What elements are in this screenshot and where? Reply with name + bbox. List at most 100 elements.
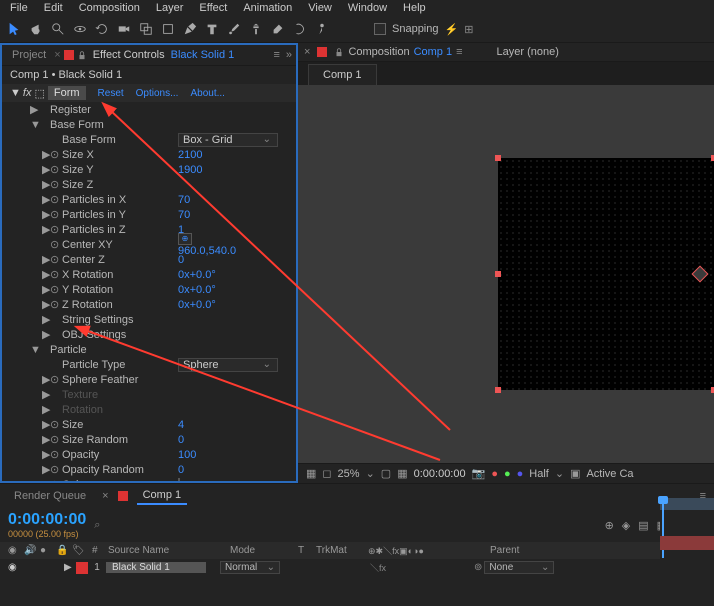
stopwatch-icon[interactable]: ⊙ bbox=[50, 193, 62, 206]
stopwatch-icon[interactable]: ⊙ bbox=[50, 208, 62, 221]
stopwatch-icon[interactable]: ⊙ bbox=[50, 238, 62, 251]
black-solid-layer[interactable] bbox=[498, 158, 714, 390]
orbit-tool[interactable] bbox=[70, 19, 90, 39]
snapshot-icon[interactable]: 📷 bbox=[472, 467, 486, 480]
expand-icon[interactable]: ▶ bbox=[42, 313, 50, 326]
property-row[interactable]: ▶⊙Size Y1900 bbox=[10, 162, 288, 177]
property-dropdown[interactable]: Box - Grid bbox=[178, 133, 278, 147]
rotation-tool[interactable] bbox=[92, 19, 112, 39]
menu-view[interactable]: View bbox=[302, 1, 338, 15]
expand-icon[interactable]: ▶ bbox=[42, 148, 50, 161]
comp-timeline-tab[interactable]: Comp 1 bbox=[137, 487, 188, 505]
property-row[interactable]: Base FormBox - Grid bbox=[10, 132, 288, 147]
property-row[interactable]: ▶⊙Size Random0 bbox=[10, 432, 288, 447]
selection-tool[interactable] bbox=[4, 19, 24, 39]
property-row[interactable]: ▶⊙Particles in Y70 bbox=[10, 207, 288, 222]
property-row[interactable]: ▶⊙Size Z bbox=[10, 177, 288, 192]
property-value[interactable]: 1900 bbox=[178, 164, 202, 176]
pen-tool[interactable] bbox=[180, 19, 200, 39]
project-tab[interactable]: Project bbox=[6, 47, 52, 63]
expand-icon[interactable]: ▼ bbox=[30, 119, 38, 131]
stopwatch-icon[interactable]: ⊙ bbox=[50, 478, 62, 481]
tl-icon[interactable]: ◈ bbox=[622, 519, 630, 532]
property-value[interactable]: 2100 bbox=[178, 149, 202, 161]
tab-close-icon[interactable]: × bbox=[54, 49, 60, 61]
menu-layer[interactable]: Layer bbox=[150, 1, 190, 15]
property-value[interactable]: 70 bbox=[178, 194, 190, 206]
effect-toggle-icon[interactable]: ▼ bbox=[10, 87, 21, 99]
menu-effect[interactable]: Effect bbox=[193, 1, 233, 15]
property-row[interactable]: ▼Base Form bbox=[10, 117, 288, 132]
solo-col-icon[interactable]: ● bbox=[40, 545, 54, 556]
blend-mode-dropdown[interactable]: Normal bbox=[220, 561, 280, 574]
zoom-dropdown[interactable]: 25% bbox=[338, 468, 360, 480]
stopwatch-icon[interactable]: ⊙ bbox=[50, 418, 62, 431]
hand-tool[interactable] bbox=[26, 19, 46, 39]
property-value[interactable]: 0x+0.0° bbox=[178, 269, 216, 281]
puppet-tool[interactable] bbox=[312, 19, 332, 39]
expand-icon[interactable]: ▶ bbox=[64, 562, 74, 573]
property-value[interactable]: 0x+0.0° bbox=[178, 284, 216, 296]
effect-controls-layer[interactable]: Black Solid 1 bbox=[171, 49, 235, 61]
transparency-icon[interactable]: ▦ bbox=[397, 467, 407, 480]
stopwatch-icon[interactable]: ⊙ bbox=[50, 298, 62, 311]
roto-tool[interactable] bbox=[290, 19, 310, 39]
expand-icon[interactable]: ▶ bbox=[42, 178, 50, 191]
property-row[interactable]: ▶String Settings bbox=[10, 312, 288, 327]
panel-menu-icon[interactable]: ≡ bbox=[456, 46, 462, 58]
layer-label-swatch[interactable] bbox=[76, 562, 88, 574]
stopwatch-icon[interactable]: ⊙ bbox=[50, 163, 62, 176]
property-row[interactable]: ▶⊙Center Z0 bbox=[10, 252, 288, 267]
stopwatch-icon[interactable]: ⊙ bbox=[50, 373, 62, 386]
zoom-chevron-icon[interactable]: ⌄ bbox=[366, 467, 375, 480]
tl-icon[interactable]: ⊕ bbox=[605, 519, 614, 532]
expand-icon[interactable]: ▶ bbox=[42, 448, 50, 461]
property-row[interactable]: ▶⊙Y Rotation0x+0.0° bbox=[10, 282, 288, 297]
property-value[interactable]: 0 bbox=[178, 464, 184, 476]
render-queue-tab[interactable]: Render Queue bbox=[8, 488, 92, 504]
expand-icon[interactable]: ▶ bbox=[42, 373, 50, 386]
property-row[interactable]: ▶⊙Z Rotation0x+0.0° bbox=[10, 297, 288, 312]
zoom-tool[interactable] bbox=[48, 19, 68, 39]
pan-behind-tool[interactable] bbox=[136, 19, 156, 39]
property-row[interactable]: ▶OBJ Settings bbox=[10, 327, 288, 342]
expand-icon[interactable]: ▶ bbox=[42, 208, 50, 221]
source-col[interactable]: Source Name bbox=[108, 545, 228, 556]
snap-opts-icon[interactable]: ⚡ bbox=[445, 23, 459, 36]
lock-toggle[interactable] bbox=[50, 562, 62, 574]
layer-duration-bar[interactable] bbox=[660, 536, 714, 550]
camera-tool[interactable] bbox=[114, 19, 134, 39]
stopwatch-icon[interactable]: ⊙ bbox=[50, 223, 62, 236]
position-target-icon[interactable]: ⊕ bbox=[178, 233, 192, 245]
menu-composition[interactable]: Composition bbox=[73, 1, 146, 15]
property-dropdown[interactable]: Sphere bbox=[178, 358, 278, 372]
property-row[interactable]: ▶⊙Opacity100 bbox=[10, 447, 288, 462]
stopwatch-icon[interactable]: ⊙ bbox=[50, 253, 62, 266]
full-res-icon[interactable]: ▢ bbox=[381, 467, 391, 480]
viewer-timecode[interactable]: 0:00:00:00 bbox=[414, 468, 466, 480]
stopwatch-icon[interactable]: ⊙ bbox=[50, 433, 62, 446]
expand-icon[interactable]: ▶ bbox=[42, 388, 50, 401]
type-tool[interactable] bbox=[202, 19, 222, 39]
res-chevron-icon[interactable]: ⌄ bbox=[555, 467, 564, 480]
color-swatch[interactable] bbox=[178, 478, 180, 482]
expand-icon[interactable]: ▶ bbox=[42, 283, 50, 296]
property-row[interactable]: ▶⊙Size4 bbox=[10, 417, 288, 432]
property-row[interactable]: ▶Register bbox=[10, 102, 288, 117]
channel-b-icon[interactable]: ● bbox=[517, 468, 524, 480]
panel-menu-icon[interactable]: ≡ bbox=[273, 49, 279, 61]
effect-controls-tab[interactable]: Effect Controls bbox=[87, 47, 171, 63]
property-value[interactable]: 0x+0.0° bbox=[178, 299, 216, 311]
expand-icon[interactable]: ▶ bbox=[30, 103, 38, 116]
property-row[interactable]: ▼Particle bbox=[10, 342, 288, 357]
tab-close-icon[interactable]: × bbox=[102, 490, 108, 502]
composition-viewer[interactable] bbox=[298, 85, 714, 463]
clone-tool[interactable] bbox=[246, 19, 266, 39]
panel-close-icon[interactable]: × bbox=[304, 46, 310, 58]
property-row[interactable]: ▶⊙Particles in Z1 bbox=[10, 222, 288, 237]
layer-switches[interactable]: ＼fx bbox=[352, 561, 472, 574]
menu-animation[interactable]: Animation bbox=[237, 1, 298, 15]
channel-r-icon[interactable]: ● bbox=[491, 468, 498, 480]
lock-icon[interactable] bbox=[77, 50, 87, 60]
expand-icon[interactable]: ▼ bbox=[30, 344, 38, 356]
